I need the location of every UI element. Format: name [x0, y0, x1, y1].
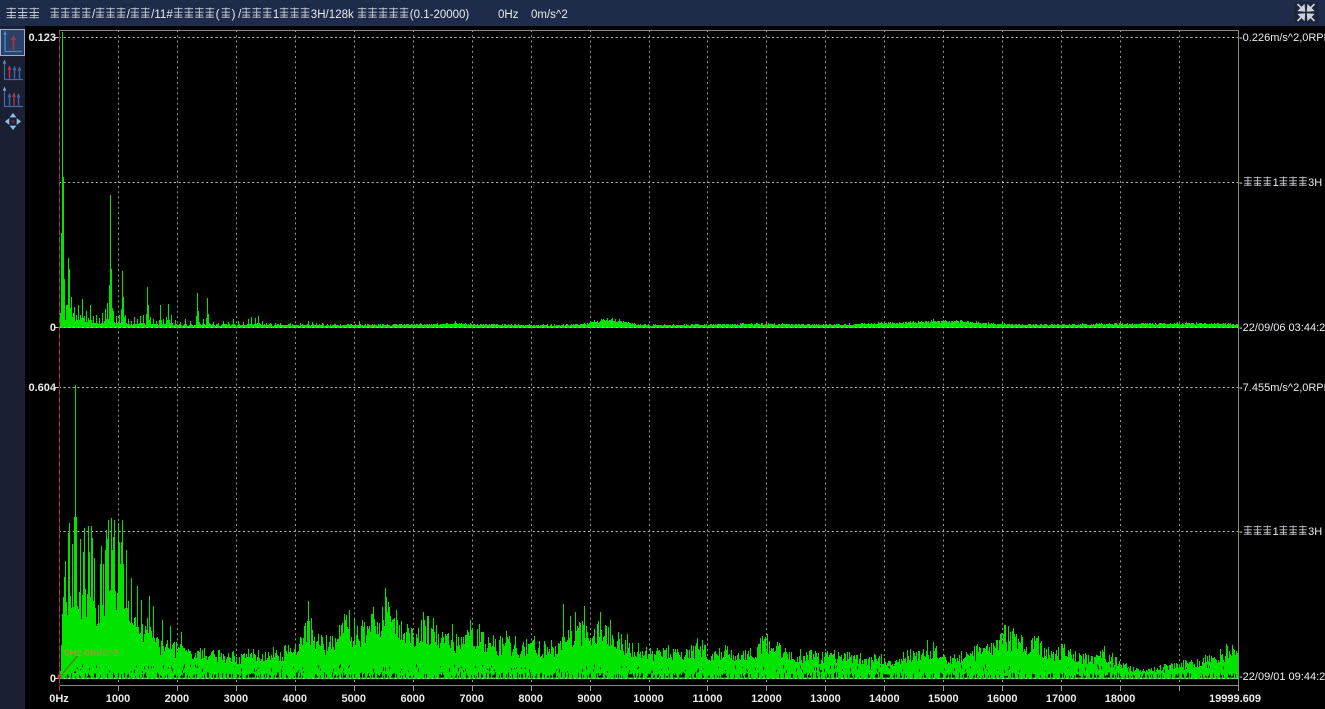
svg-text:0Hz: 0Hz — [49, 693, 69, 705]
svg-text:(: ( — [216, 9, 220, 21]
svg-text:3H: 3H — [1308, 526, 1322, 538]
svg-text:10000: 10000 — [633, 693, 664, 705]
svg-text:14000: 14000 — [869, 693, 900, 705]
svg-text:-0.226m/s^2,0RPM: -0.226m/s^2,0RPM — [1239, 32, 1325, 44]
svg-text:1: 1 — [1273, 526, 1279, 538]
svg-text:6000: 6000 — [400, 693, 424, 705]
svg-text:12000: 12000 — [751, 693, 782, 705]
svg-text:13000: 13000 — [810, 693, 841, 705]
svg-text:11#: 11# — [154, 9, 173, 21]
svg-text:3H: 3H — [311, 9, 326, 21]
svg-text:2000: 2000 — [165, 693, 189, 705]
svg-text:0: 0 — [50, 322, 56, 334]
svg-text:128k: 128k — [329, 9, 354, 21]
svg-text:9000: 9000 — [577, 693, 601, 705]
svg-text:-22/09/01 09:44:2: -22/09/01 09:44:2 — [1239, 671, 1325, 683]
svg-text:-22/09/06 03:44:2: -22/09/06 03:44:2 — [1239, 322, 1325, 334]
svg-text:3H: 3H — [1308, 177, 1322, 189]
svg-text:5000: 5000 — [342, 693, 366, 705]
svg-text:1000: 1000 — [106, 693, 130, 705]
svg-text:15000: 15000 — [928, 693, 959, 705]
svg-text:-7.455m/s^2,0RPM: -7.455m/s^2,0RPM — [1239, 382, 1325, 394]
svg-text:1: 1 — [1273, 177, 1279, 189]
svg-text:7000: 7000 — [459, 693, 483, 705]
svg-text:8000: 8000 — [518, 693, 542, 705]
svg-text:0.123: 0.123 — [28, 32, 56, 44]
svg-text:-: - — [1239, 526, 1243, 538]
svg-text:4000: 4000 — [283, 693, 307, 705]
svg-text:18000: 18000 — [1105, 693, 1136, 705]
svg-text:-: - — [1239, 177, 1243, 189]
svg-text:3000: 3000 — [224, 693, 248, 705]
svg-text:0Hz: 0Hz — [498, 9, 519, 21]
svg-text:0Hz,0m/s^2: 0Hz,0m/s^2 — [64, 648, 119, 659]
svg-text:16000: 16000 — [987, 693, 1018, 705]
svg-text:0m/s^2: 0m/s^2 — [531, 9, 568, 21]
svg-text:17000: 17000 — [1046, 693, 1077, 705]
svg-text:(0.1-20000): (0.1-20000) — [410, 9, 470, 21]
svg-text:0: 0 — [50, 673, 56, 685]
svg-text:11000: 11000 — [693, 693, 723, 705]
svg-text:19999.609: 19999.609 — [1209, 693, 1261, 705]
svg-text:): ) — [232, 9, 236, 21]
svg-text:0.604: 0.604 — [28, 382, 56, 394]
svg-text:1: 1 — [273, 9, 279, 21]
